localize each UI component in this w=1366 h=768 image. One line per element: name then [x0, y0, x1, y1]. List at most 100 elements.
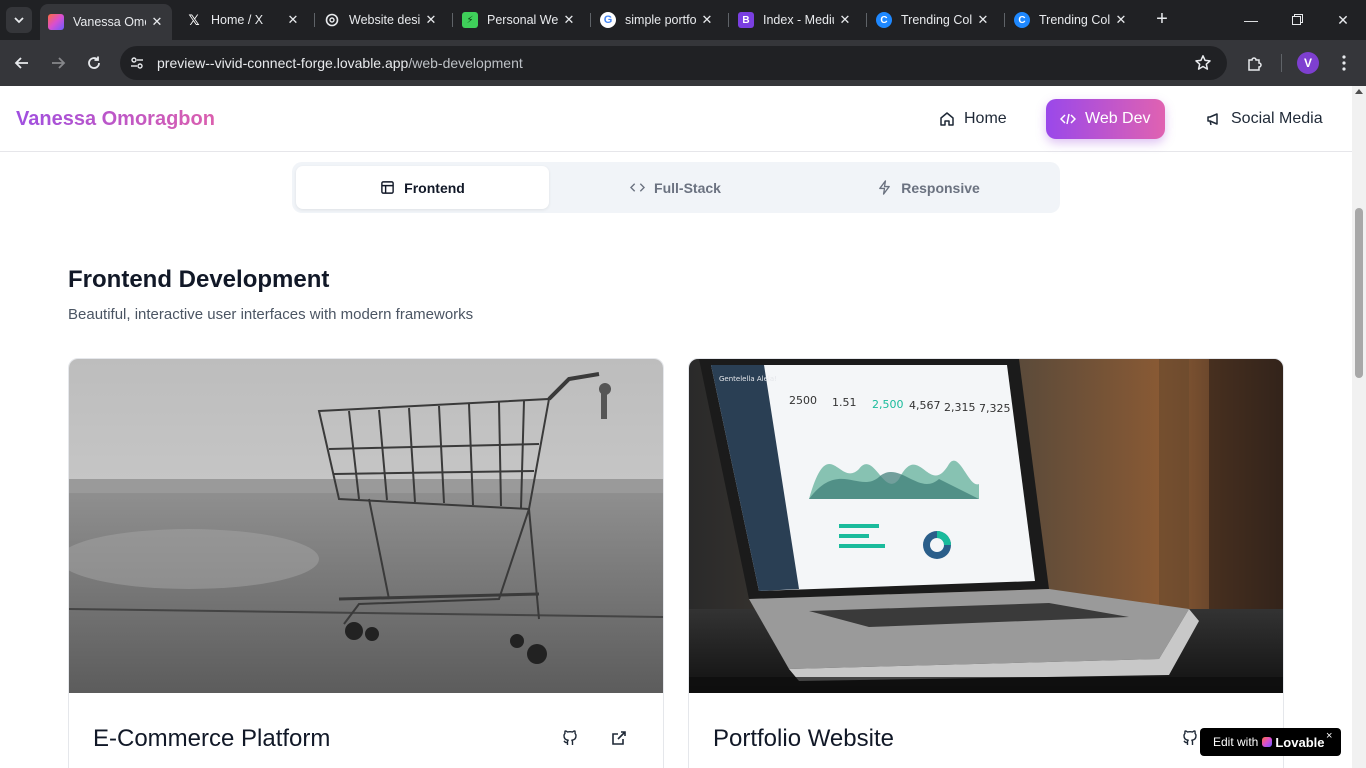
nav-web-dev[interactable]: Web Dev: [1046, 99, 1165, 139]
tab-label: Website design: [349, 13, 420, 27]
nav-social-media[interactable]: Social Media: [1192, 99, 1337, 139]
url-host: preview--vivid-connect-forge.lovable.app: [157, 55, 409, 71]
card-title: E-Commerce Platform: [93, 725, 331, 752]
browser-tab-1[interactable]: 𝕏 Home / X ✕: [178, 6, 308, 34]
tab-divider: [728, 13, 729, 27]
shopping-cart-image: [69, 359, 663, 693]
close-icon[interactable]: ✕: [1114, 12, 1128, 28]
browser-tab-4[interactable]: G simple portfolio ✕: [592, 6, 722, 34]
profile-avatar[interactable]: V: [1297, 52, 1319, 74]
github-icon[interactable]: [559, 727, 581, 749]
laptop-dashboard-image: Gentelella Alela! 2500 1.51 2,500 4,567 …: [689, 359, 1283, 693]
lovable-heart-icon: [1262, 737, 1273, 747]
browser-tab-7[interactable]: C Trending Colors ✕: [1006, 6, 1136, 34]
browser-tab-6[interactable]: C Trending Colors ✕: [868, 6, 998, 34]
stat-value: 2500: [789, 394, 817, 407]
stat-value: 2,315: [944, 401, 976, 414]
tab-label: Trending Colors: [1039, 13, 1110, 27]
brand-logo-text[interactable]: Vanessa Omoragbon: [16, 108, 215, 131]
window-close-icon[interactable]: ✕: [1328, 8, 1358, 32]
nav-social-media-label: Social Media: [1231, 110, 1323, 127]
stat-value: 2,500: [872, 398, 904, 411]
tab-label: Home / X: [211, 13, 264, 27]
project-tabs: Frontend Full-Stack Responsive: [292, 162, 1060, 213]
project-card-ecommerce: E-Commerce Platform: [68, 358, 664, 768]
stat-value: 4,567: [909, 399, 941, 412]
chevron-down-icon: [14, 17, 24, 24]
browser-tab-bar: Vanessa Omoragbon ✕ 𝕏 Home / X ✕ Website…: [0, 0, 1366, 40]
close-icon[interactable]: ✕: [150, 14, 164, 30]
section-subtitle: Beautiful, interactive user interfaces w…: [68, 306, 474, 323]
menu-kebab-icon[interactable]: [1332, 51, 1356, 75]
coolors-favicon-icon: C: [876, 12, 892, 28]
openai-favicon-icon: [324, 12, 340, 28]
tab-full-stack-label: Full-Stack: [654, 179, 721, 196]
tab-responsive[interactable]: Responsive: [802, 166, 1055, 209]
scroll-thumb[interactable]: [1355, 208, 1363, 378]
close-icon[interactable]: ✕: [562, 12, 576, 28]
coolors-favicon-icon: C: [1014, 12, 1030, 28]
url-text: preview--vivid-connect-forge.lovable.app…: [157, 55, 523, 71]
browser-tab-2[interactable]: Website design ✕: [316, 6, 446, 34]
green-bolt-favicon-icon: ⚡: [462, 12, 478, 28]
address-bar[interactable]: preview--vivid-connect-forge.lovable.app…: [120, 46, 1227, 80]
back-arrow-icon[interactable]: [10, 51, 34, 75]
close-icon[interactable]: ✕: [700, 12, 714, 28]
code-brackets-icon: [630, 183, 646, 192]
lovable-favicon-icon: [48, 14, 64, 30]
stat-value: 7,325: [979, 402, 1011, 415]
tab-divider: [866, 13, 867, 27]
external-link-icon[interactable]: [608, 727, 630, 749]
bootstrap-favicon-icon: B: [738, 12, 754, 28]
card-title: Portfolio Website: [713, 725, 894, 752]
project-card-portfolio: Gentelella Alela! 2500 1.51 2,500 4,567 …: [688, 358, 1284, 768]
laptop-brand-text: Gentelella Alela!: [719, 375, 777, 383]
close-icon[interactable]: ✕: [976, 12, 990, 28]
close-icon[interactable]: ✕: [424, 12, 438, 28]
new-tab-plus-icon[interactable]: +: [1150, 8, 1174, 32]
tab-frontend[interactable]: Frontend: [296, 166, 549, 209]
tab-label: Personal Website: [487, 13, 558, 27]
badge-close-icon[interactable]: ×: [1326, 730, 1332, 742]
site-header: Vanessa Omoragbon Home Web Dev Social Me…: [0, 86, 1352, 152]
extensions-puzzle-icon[interactable]: [1243, 51, 1267, 75]
browser-tab-3[interactable]: ⚡ Personal Website ✕: [454, 6, 584, 34]
url-path: /web-development: [408, 55, 523, 71]
tab-divider: [590, 13, 591, 27]
tab-label: Trending Colors: [901, 13, 972, 27]
home-icon: [940, 112, 954, 126]
forward-arrow-icon[interactable]: [46, 51, 70, 75]
edit-with-lovable-badge[interactable]: Edit with Lovable: [1200, 728, 1341, 756]
page-scrollbar[interactable]: [1352, 86, 1366, 768]
bookmark-star-icon[interactable]: [1193, 53, 1213, 73]
close-icon[interactable]: ✕: [286, 12, 300, 28]
reload-icon[interactable]: [82, 51, 106, 75]
megaphone-icon: [1207, 113, 1218, 126]
tab-search-button[interactable]: [6, 7, 32, 33]
minimize-icon[interactable]: —: [1236, 8, 1266, 32]
restore-icon[interactable]: [1282, 8, 1312, 32]
site-info-icon[interactable]: [128, 54, 146, 72]
browser-tab-5[interactable]: B Index - Medium ✕: [730, 6, 860, 34]
tab-full-stack[interactable]: Full-Stack: [549, 166, 802, 209]
code-icon: [1060, 113, 1076, 125]
close-icon[interactable]: ✕: [838, 12, 852, 28]
nav-web-dev-label: Web Dev: [1085, 110, 1151, 127]
web-page: Vanessa Omoragbon Home Web Dev Social Me…: [0, 86, 1352, 768]
github-icon[interactable]: [1179, 727, 1201, 749]
tab-label: simple portfolio: [625, 13, 696, 27]
tab-divider: [1004, 13, 1005, 27]
badge-brand: Lovable: [1275, 734, 1325, 750]
tab-label: Index - Medium: [763, 13, 834, 27]
google-favicon-icon: G: [600, 12, 616, 28]
toolbar-divider: [1281, 54, 1282, 72]
zap-icon: [879, 180, 891, 195]
tab-frontend-label: Frontend: [404, 179, 465, 196]
stat-value: 1.51: [832, 396, 857, 409]
nav-home-label: Home: [964, 110, 1007, 127]
tab-divider: [452, 13, 453, 27]
browser-tab-0[interactable]: Vanessa Omoragbon ✕: [40, 4, 172, 40]
nav-home[interactable]: Home: [925, 99, 1021, 139]
scroll-up-arrow-icon[interactable]: [1355, 89, 1363, 94]
tab-label: Vanessa Omoragbon: [73, 15, 146, 29]
